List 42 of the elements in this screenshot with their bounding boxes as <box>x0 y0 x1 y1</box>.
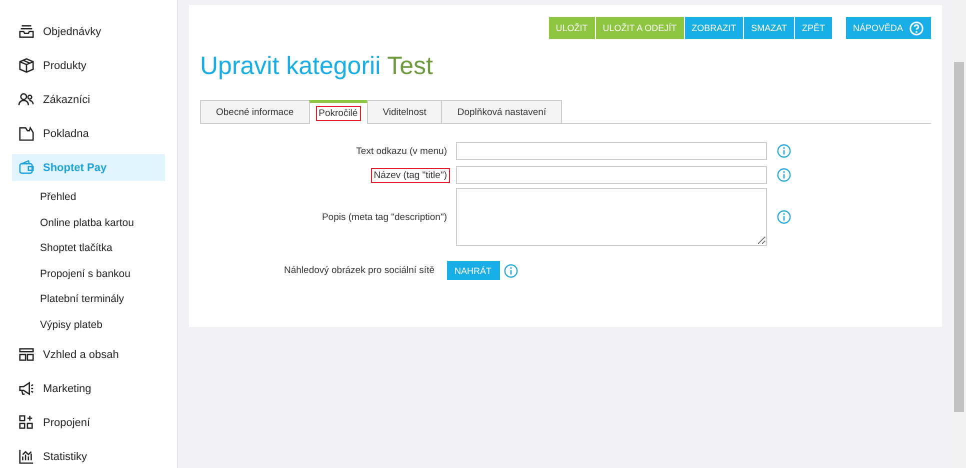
sidebar-subitem[interactable]: Výpisy plateb <box>0 316 177 341</box>
tab[interactable]: Obecné informace <box>200 100 310 123</box>
sidebar-subitem[interactable]: Platební terminály <box>0 290 177 316</box>
nav-icon <box>18 414 35 431</box>
field-label: Popis (meta tag "description") <box>320 210 448 224</box>
input-field[interactable] <box>456 166 767 184</box>
sidebar-item[interactable]: Propojení <box>12 409 165 436</box>
sidebar-subitem[interactable]: Shoptet tlačítka <box>0 239 177 264</box>
nav-icon <box>18 448 35 465</box>
sidebar-item[interactable]: Vzhled a obsah <box>12 341 165 368</box>
tab[interactable]: Doplňková nastavení <box>441 100 562 123</box>
nav-icon <box>18 23 35 40</box>
nav-icon <box>18 159 35 176</box>
input-field[interactable] <box>456 142 767 160</box>
sidebar-subitem[interactable]: Přehled <box>0 188 177 214</box>
sidebar-subitem[interactable]: Propojení s bankou <box>0 264 177 290</box>
tab[interactable]: Viditelnost <box>366 100 442 123</box>
field-label: Náhledový obrázek pro sociální sítě <box>283 264 436 278</box>
textarea-field[interactable] <box>456 188 767 246</box>
field-label: Název (tag "title") <box>370 168 450 182</box>
help-icon <box>909 20 924 36</box>
sidebar-item[interactable]: Statistiky <box>12 443 165 468</box>
nav-icon <box>18 57 35 74</box>
sidebar-item[interactable]: Produkty <box>12 52 165 79</box>
page-title: Upravit kategorii <box>200 52 381 80</box>
sidebar-item[interactable]: Objednávky <box>12 18 165 45</box>
category-name: Test <box>387 52 433 80</box>
info-icon[interactable] <box>504 264 518 278</box>
nav-icon <box>18 91 35 108</box>
field-label: Text odkazu (v menu) <box>355 144 448 158</box>
info-icon[interactable] <box>777 144 791 158</box>
sidebar-subitem[interactable]: Online platba kartou <box>0 214 177 239</box>
sidebar-item[interactable]: Marketing <box>12 375 165 402</box>
nav-icon <box>18 125 35 142</box>
info-icon[interactable] <box>777 168 791 182</box>
tab[interactable]: Pokročilé <box>308 100 368 124</box>
sidebar-item[interactable]: Zákazníci <box>12 86 165 113</box>
info-icon[interactable] <box>777 210 791 224</box>
scrollbar-thumb[interactable] <box>954 62 964 412</box>
nav-icon <box>18 346 35 363</box>
nav-icon <box>18 380 35 397</box>
sidebar-item[interactable]: Pokladna <box>12 120 165 147</box>
